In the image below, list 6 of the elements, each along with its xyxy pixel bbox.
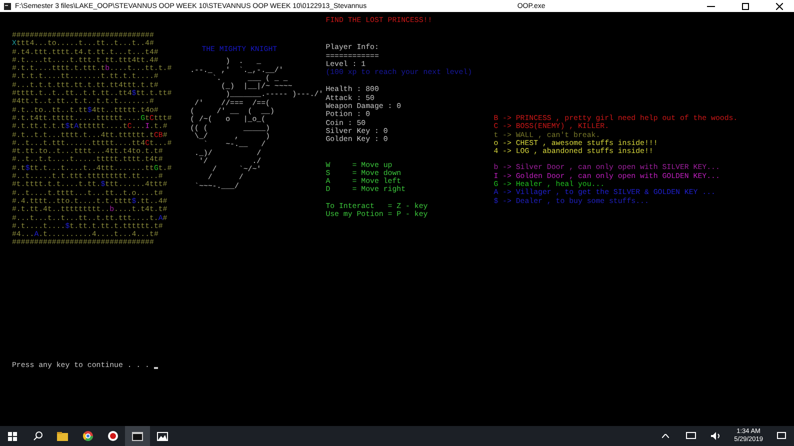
close-icon [776,2,782,10]
text-cursor [154,367,158,369]
console-icon [4,2,11,10]
maximize-icon [742,2,748,10]
console-taskbar-icon[interactable] [125,426,150,446]
windows-logo-icon [8,432,17,440]
